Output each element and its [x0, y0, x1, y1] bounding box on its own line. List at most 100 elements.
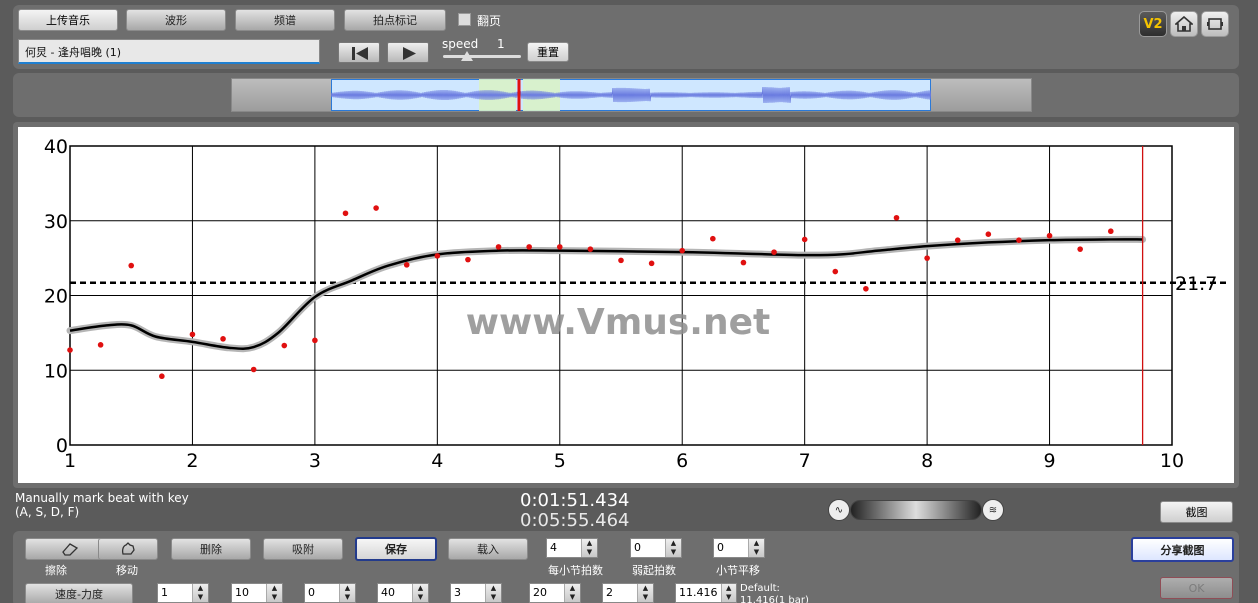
speed-slider-knob[interactable] — [461, 51, 473, 61]
speed-dynamics-button[interactable]: 速度-力度 — [25, 583, 133, 603]
spinner-down-icon[interactable]: ▼ — [638, 593, 653, 602]
spinner-up-icon[interactable]: ▲ — [666, 539, 681, 548]
move-button[interactable] — [98, 538, 158, 560]
beats-per-bar-value[interactable]: 4 — [547, 539, 581, 557]
param-spinner-5[interactable]: 3 ▲ ▼ — [450, 583, 502, 603]
beat-data-point[interactable] — [832, 268, 839, 275]
spinner-down-icon[interactable]: ▼ — [193, 593, 208, 602]
param-spinner-7[interactable]: 2 ▲ ▼ — [602, 583, 654, 603]
beat-data-point[interactable] — [893, 214, 900, 221]
play-button[interactable] — [387, 42, 429, 63]
param-value[interactable]: 1 — [158, 584, 192, 602]
home-icon[interactable] — [1170, 11, 1198, 37]
beat-data-point[interactable] — [1016, 237, 1022, 243]
spinner-up-icon[interactable]: ▲ — [722, 584, 737, 593]
param-spinner-2[interactable]: 10 ▲ ▼ — [231, 583, 283, 603]
param-spinner-8[interactable]: 11.416 ▲ ▼ — [675, 583, 737, 603]
delete-button[interactable]: 删除 — [171, 538, 251, 560]
param-spinner-6[interactable]: 20 ▲ ▼ — [529, 583, 581, 603]
beat-data-point[interactable] — [710, 235, 716, 242]
beat-data-point[interactable] — [281, 342, 288, 349]
beat-data-point[interactable] — [159, 373, 165, 380]
beat-data-point[interactable] — [250, 366, 257, 373]
beat-data-point[interactable] — [954, 237, 961, 243]
beat-data-point[interactable] — [618, 257, 624, 264]
waveform-svg[interactable] — [331, 79, 931, 111]
param-value[interactable]: 0 — [305, 584, 339, 602]
beat-data-point[interactable] — [128, 262, 135, 269]
spinner-up-icon[interactable]: ▲ — [486, 584, 501, 593]
beat-data-point[interactable] — [771, 249, 777, 255]
param-value[interactable]: 3 — [451, 584, 485, 602]
beat-data-point[interactable] — [373, 205, 379, 211]
beat-data-point[interactable] — [189, 331, 196, 338]
beat-data-point[interactable] — [740, 259, 747, 266]
param-value[interactable]: 40 — [378, 584, 412, 602]
ok-button[interactable]: OK — [1160, 577, 1233, 599]
screenshot-button[interactable]: 截图 — [1160, 501, 1233, 523]
beat-data-point[interactable] — [924, 255, 930, 261]
bar-shift-spinner[interactable]: 0 ▲ ▼ — [713, 538, 765, 558]
spinner-down-icon[interactable]: ▼ — [267, 593, 282, 602]
param-spinner-4[interactable]: 40 ▲ ▼ — [377, 583, 429, 603]
beat-mark-button[interactable]: 拍点标记 — [344, 9, 446, 31]
spinner-up-icon[interactable]: ▲ — [193, 584, 208, 593]
save-button[interactable]: 保存 — [355, 537, 437, 561]
beat-data-point[interactable] — [1107, 228, 1114, 235]
spinner-up-icon[interactable]: ▲ — [749, 539, 764, 548]
volume-low-icon[interactable]: ∿ — [828, 499, 850, 521]
song-title-field[interactable]: 何炅 - 逢舟唱晚 (1) — [18, 39, 320, 64]
spinner-down-icon[interactable]: ▼ — [582, 548, 597, 557]
spinner-down-icon[interactable]: ▼ — [565, 593, 580, 602]
beat-data-point[interactable] — [801, 236, 808, 243]
param-spinner-1[interactable]: 1 ▲ ▼ — [157, 583, 209, 603]
beat-data-point[interactable] — [1077, 246, 1083, 252]
beat-data-point[interactable] — [434, 253, 441, 259]
load-button[interactable]: 载入 — [448, 538, 528, 560]
upload-music-button[interactable]: 上传音乐 — [18, 9, 118, 31]
share-screenshot-button[interactable]: 分享截图 — [1131, 537, 1234, 562]
spinner-up-icon[interactable]: ▲ — [413, 584, 428, 593]
beats-per-bar-spinner[interactable]: 4 ▲ ▼ — [546, 538, 598, 558]
beat-data-point[interactable] — [556, 244, 563, 250]
spinner-up-icon[interactable]: ▲ — [638, 584, 653, 593]
volume-slider[interactable] — [850, 500, 982, 520]
spinner-up-icon[interactable]: ▲ — [565, 584, 580, 593]
beat-data-point[interactable] — [220, 336, 226, 342]
waveform-button[interactable]: 波形 — [126, 9, 226, 31]
beat-data-point[interactable] — [526, 244, 532, 250]
attach-button[interactable]: 吸附 — [263, 538, 343, 560]
beat-data-point[interactable] — [67, 347, 73, 353]
beat-data-point[interactable] — [495, 244, 502, 250]
spinner-up-icon[interactable]: ▲ — [267, 584, 282, 593]
param-value[interactable]: 20 — [530, 584, 564, 602]
param-value[interactable]: 2 — [603, 584, 637, 602]
pickup-beats-value[interactable]: 0 — [631, 539, 665, 557]
param-value[interactable]: 11.416 — [676, 584, 721, 602]
beat-data-point[interactable] — [403, 262, 410, 268]
spectrum-button[interactable]: 频谱 — [235, 9, 335, 31]
skip-to-start-button[interactable] — [338, 42, 380, 63]
pickup-beats-spinner[interactable]: 0 ▲ ▼ — [630, 538, 682, 558]
tempo-chart[interactable]: 1 2 3 4 5 6 7 8 9 10010203040www.Vmus.net21.7 — [18, 127, 1234, 483]
beat-data-point[interactable] — [648, 260, 655, 267]
beat-data-point[interactable] — [342, 210, 349, 217]
spinner-down-icon[interactable]: ▼ — [413, 593, 428, 602]
version-badge[interactable]: V2 — [1139, 11, 1167, 37]
spinner-down-icon[interactable]: ▼ — [486, 593, 501, 602]
volume-high-icon[interactable]: ≋ — [982, 499, 1004, 521]
fullscreen-icon[interactable] — [1201, 11, 1229, 37]
reset-button[interactable]: 重置 — [527, 42, 569, 62]
beat-data-point[interactable] — [863, 285, 869, 292]
beat-data-point[interactable] — [679, 247, 686, 254]
bar-shift-value[interactable]: 0 — [714, 539, 748, 557]
beat-data-point[interactable] — [312, 337, 318, 344]
param-spinner-3[interactable]: 0 ▲ ▼ — [304, 583, 356, 603]
flip-page-checkbox[interactable] — [458, 13, 471, 26]
spinner-down-icon[interactable]: ▼ — [340, 593, 355, 602]
spinner-up-icon[interactable]: ▲ — [340, 584, 355, 593]
beat-data-point[interactable] — [1046, 232, 1053, 239]
beat-data-point[interactable] — [97, 342, 104, 348]
beat-data-point[interactable] — [465, 256, 471, 263]
beat-data-point[interactable] — [587, 246, 594, 252]
